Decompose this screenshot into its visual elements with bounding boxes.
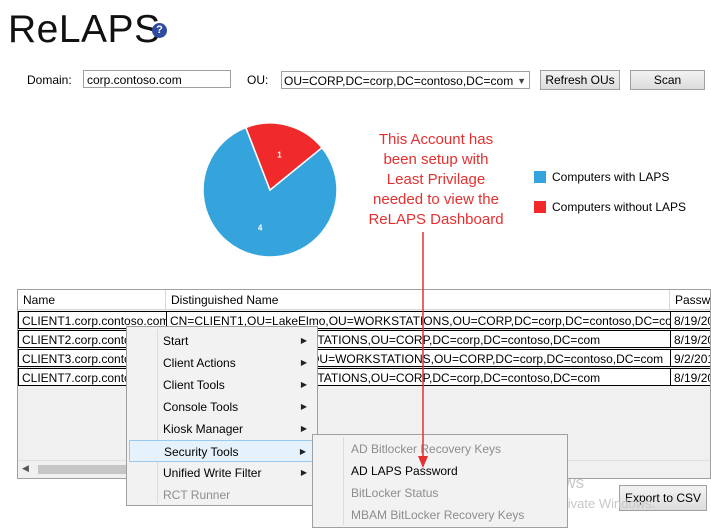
legend-label-without-laps: Computers without LAPS [552,200,687,214]
cell-password[interactable]: 9/2/2019 [670,349,710,367]
menu-item-client-actions[interactable]: Client Actions ▶ [129,352,315,374]
annotation-line: been setup with [383,151,489,168]
legend-swatch-without-laps [534,201,546,213]
submenu-item-mbam-bitlocker-recovery-keys[interactable]: MBAM BitLocker Recovery Keys [315,504,565,526]
menu-item-unified-write-filter[interactable]: Unified Write Filter ▶ [129,462,315,484]
menu-item-start[interactable]: Start ▶ [129,330,315,352]
pie-chart: 4 1 [202,122,338,258]
chevron-right-icon: ▶ [300,468,307,477]
annotation-line: needed to view the [373,191,499,208]
submenu-item-bitlocker-status[interactable]: BitLocker Status [315,482,565,504]
menu-item-console-tools[interactable]: Console Tools ▶ [129,396,315,418]
least-privilege-annotation: This Account has been setup with Least P… [350,130,522,230]
chevron-right-icon: ▶ [300,336,307,345]
scroll-left-icon[interactable]: ◀ [22,463,29,474]
chevron-right-icon: ▶ [300,424,307,433]
app-title: ReLAPS [8,8,161,51]
menu-item-rct-runner[interactable]: RCT Runner [129,484,315,506]
cell-password[interactable]: 8/19/2019 [670,330,710,348]
pie-label-with-laps: 4 [258,224,263,233]
annotation-line: ReLAPS Dashboard [368,211,504,228]
ou-label: OU: [247,73,269,87]
domain-input[interactable]: corp.contoso.com [83,70,231,88]
annotation-line: This Account has [378,131,494,148]
domain-label: Domain: [27,73,72,87]
chevron-down-icon: ▼ [517,76,526,86]
chevron-right-icon: ▶ [300,402,307,411]
column-header-password[interactable]: Password [670,290,710,310]
legend-swatch-with-laps [534,171,546,183]
cell-password[interactable]: 8/19/2019 [670,368,710,386]
legend-label-with-laps: Computers with LAPS [552,170,670,184]
ou-select[interactable]: OU=CORP,DC=corp,DC=contoso,DC=com ▼ [281,71,530,89]
annotation-arrow [418,232,428,468]
annotation-line: Least Privilage [386,171,486,188]
ou-select-value: OU=CORP,DC=corp,DC=contoso,DC=com [284,74,514,88]
pie-label-without-laps: 1 [277,150,282,159]
chevron-right-icon: ▶ [300,358,307,367]
chevron-right-icon: ▶ [299,447,306,456]
refresh-ous-button[interactable]: Refresh OUs [540,70,620,90]
column-header-name[interactable]: Name [18,290,166,310]
chevron-right-icon: ▶ [300,380,307,389]
context-menu: Start ▶ Client Actions ▶ Client Tools ▶ Con… [126,326,318,506]
scan-button[interactable]: Scan [630,70,705,90]
menu-item-security-tools[interactable]: Security Tools ▶ [129,440,315,462]
help-icon[interactable]: ? [152,23,167,38]
cell-password[interactable]: 8/19/2019 [670,311,710,329]
menu-item-kiosk-manager[interactable]: Kiosk Manager ▶ [129,418,315,440]
menu-item-client-tools[interactable]: Client Tools ▶ [129,374,315,396]
